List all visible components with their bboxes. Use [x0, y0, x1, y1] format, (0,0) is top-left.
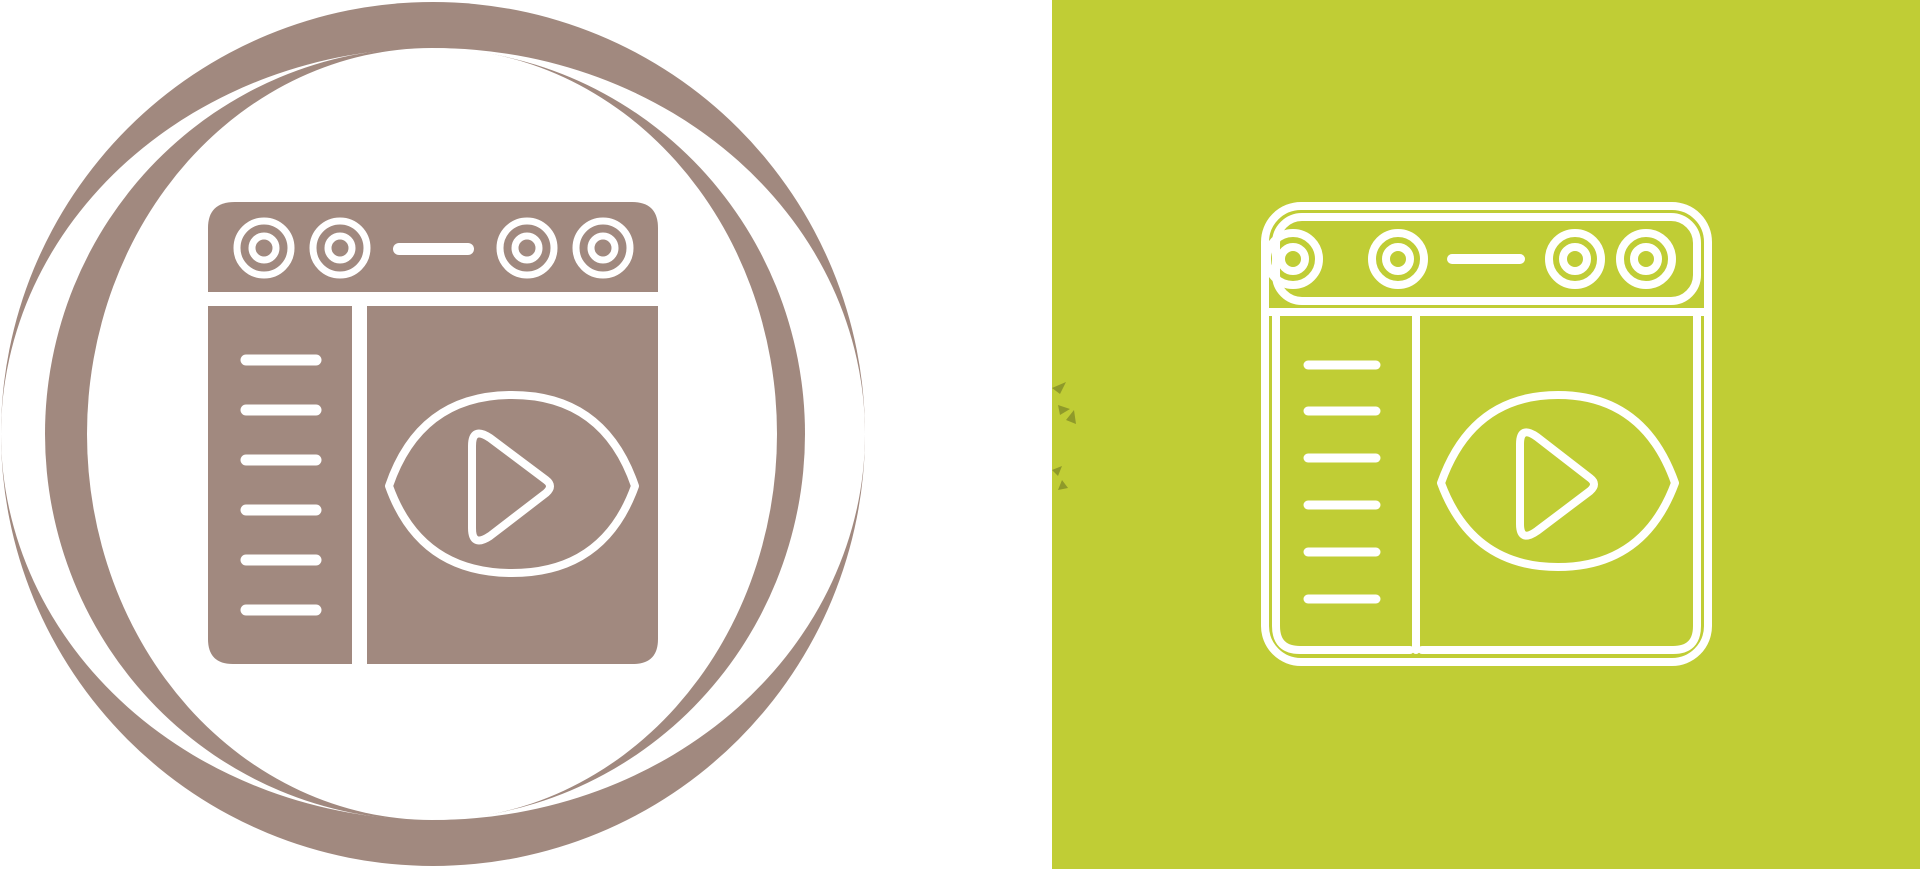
video-watch-icon-glyph — [208, 202, 658, 664]
icon-artwork — [1, 0, 1920, 869]
window-content — [367, 306, 658, 664]
glyph-icon-badge — [1, 2, 865, 866]
icon-preview-canvas — [0, 0, 1920, 869]
line-icon-panel — [1052, 0, 1920, 869]
green-panel — [1052, 0, 1920, 869]
